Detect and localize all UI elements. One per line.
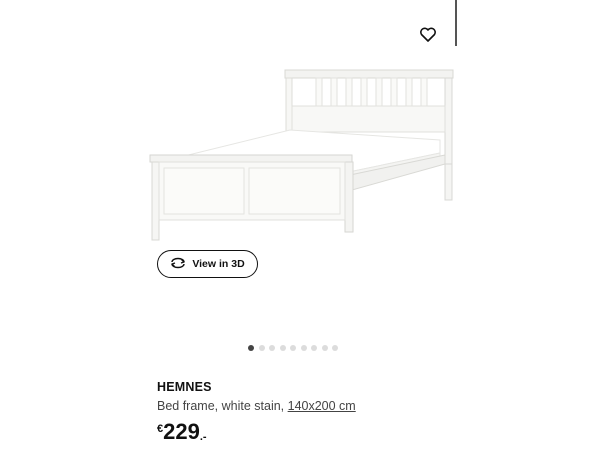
carousel-dot[interactable]	[248, 345, 254, 351]
product-name: HEMNES	[157, 380, 212, 394]
bed-frame-illustration	[149, 69, 454, 241]
product-image[interactable]	[140, 60, 470, 250]
product-description: Bed frame, white stain, 140x200 cm	[157, 399, 356, 413]
product-description-text: Bed frame, white stain,	[157, 399, 288, 413]
carousel-dot[interactable]	[269, 345, 275, 351]
product-price: € 229 .-	[157, 420, 207, 444]
price-amount: 229	[163, 419, 200, 444]
carousel-dot[interactable]	[311, 345, 317, 351]
scroll-edge-indicator	[455, 0, 457, 46]
carousel-dot[interactable]	[321, 345, 328, 351]
carousel-dot[interactable]	[300, 345, 307, 351]
heart-icon	[420, 27, 436, 42]
size-link[interactable]: 140x200 cm	[288, 399, 356, 413]
carousel-indicator	[248, 345, 338, 351]
carousel-dot[interactable]	[258, 345, 265, 351]
carousel-dot[interactable]	[279, 345, 286, 351]
rotate-3d-icon	[170, 257, 186, 272]
carousel-dot[interactable]	[290, 345, 296, 351]
price-decimals: .-	[199, 431, 207, 443]
carousel-dot[interactable]	[332, 345, 338, 351]
view-in-3d-button[interactable]: View in 3D	[157, 250, 258, 278]
favorite-button[interactable]	[414, 22, 442, 46]
view-in-3d-label: View in 3D	[192, 258, 245, 270]
